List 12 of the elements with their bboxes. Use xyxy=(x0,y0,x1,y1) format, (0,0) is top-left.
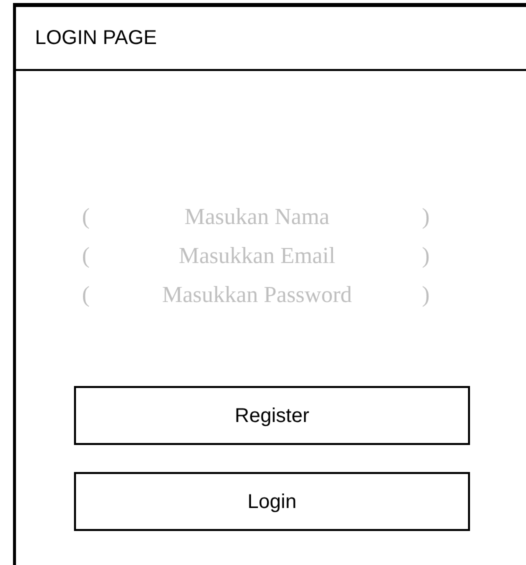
bracket: ) xyxy=(422,242,430,270)
bracket: ) xyxy=(422,280,430,309)
input-field[interactable]: Masukan Nama xyxy=(92,200,422,234)
form-button[interactable]: Register xyxy=(74,386,470,445)
bracket: ( xyxy=(82,242,91,270)
page-title: LOGIN PAGE xyxy=(35,26,157,51)
input-field[interactable]: Masukkan Email xyxy=(92,238,422,274)
bracket: ( xyxy=(82,280,91,309)
bracket: ( xyxy=(82,202,91,231)
input-field[interactable]: Masukkan Password xyxy=(92,278,422,312)
bracket: ) xyxy=(422,202,430,231)
form-button[interactable]: Login xyxy=(74,472,470,531)
